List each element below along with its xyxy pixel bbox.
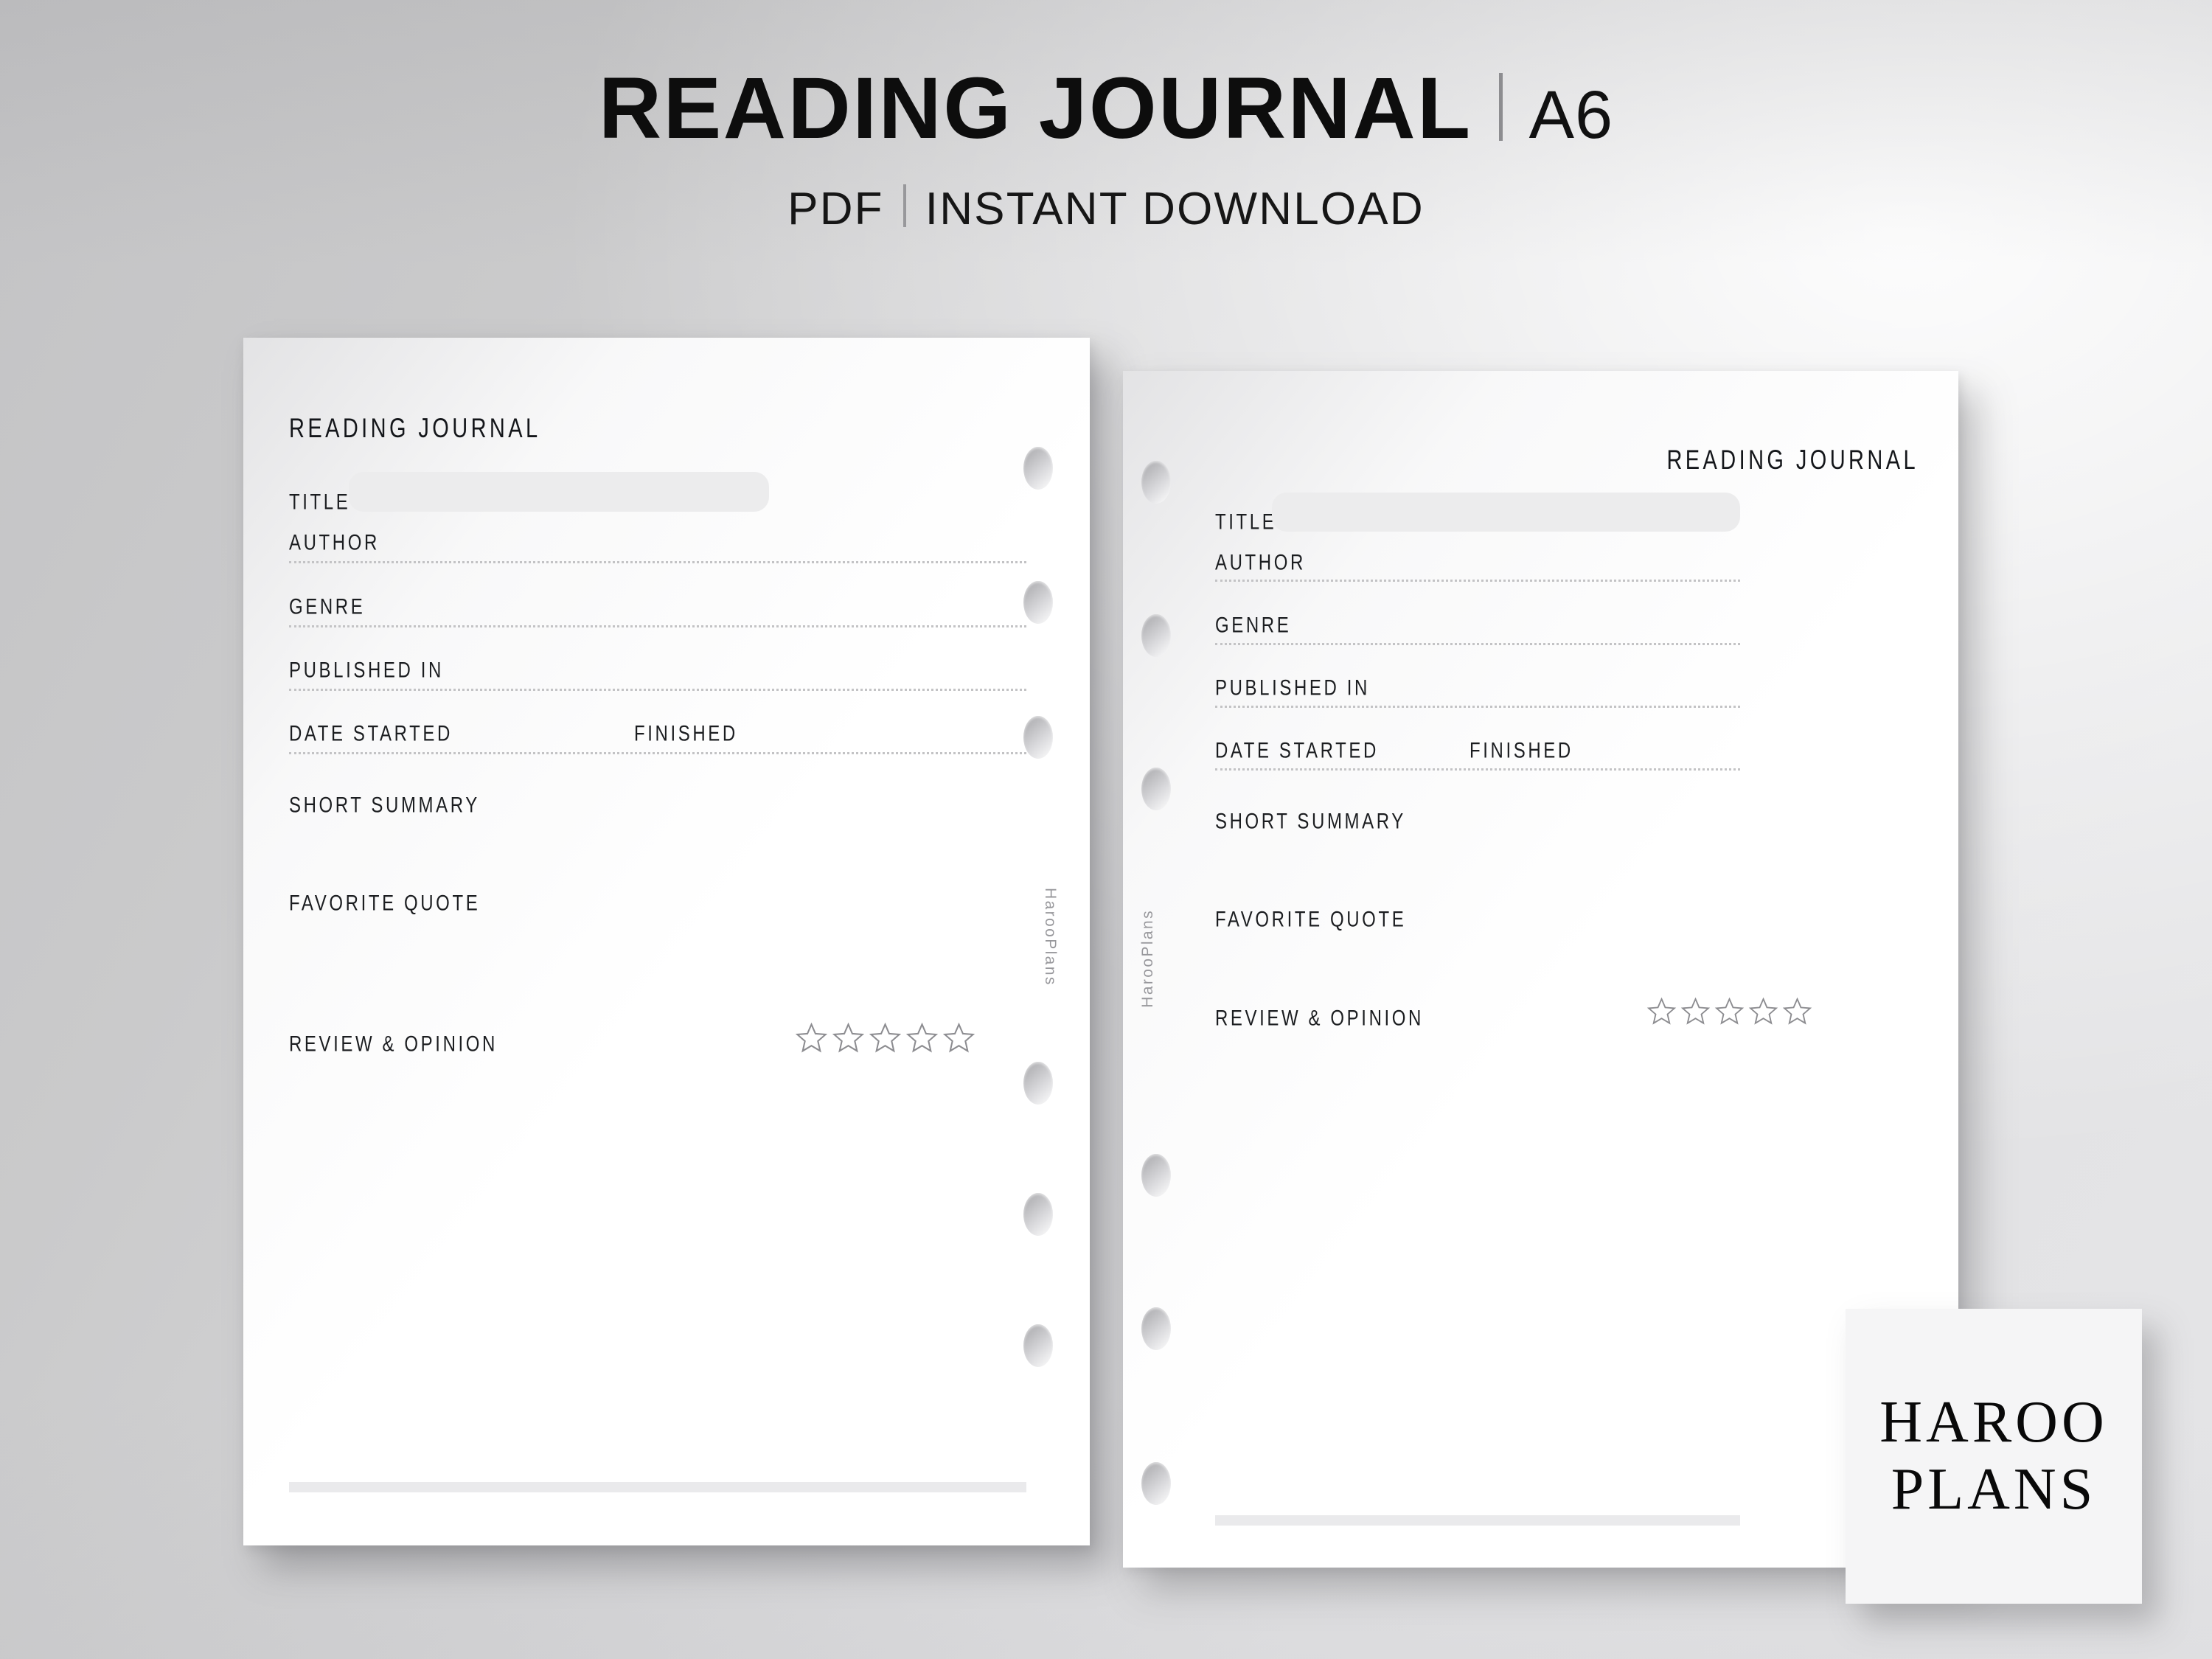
field-label-review-opinion: REVIEW & OPINION	[289, 1032, 498, 1057]
star-icon[interactable]	[869, 1021, 902, 1054]
footer-bar	[289, 1482, 1026, 1492]
field-label-title: TITLE	[1215, 509, 1277, 535]
format-label: PDF	[787, 184, 884, 234]
field-label-author: AUTHOR	[1215, 550, 1306, 575]
subtitle-divider	[902, 184, 906, 227]
title-divider	[1498, 73, 1503, 141]
paper-size-label: A6	[1528, 77, 1614, 153]
star-icon[interactable]	[1680, 996, 1711, 1026]
field-label-date-started: DATE STARTED	[1215, 738, 1379, 763]
page-left-content: READING JOURNAL TITLE AUTHOR GENRE PUBLI…	[243, 338, 1090, 1545]
field-label-favorite-quote: FAVORITE QUOTE	[1215, 907, 1407, 932]
footer-bar	[1215, 1515, 1740, 1526]
binder-hole	[1141, 461, 1171, 504]
field-label-published-in: PUBLISHED IN	[1215, 675, 1370, 700]
binder-hole	[1141, 1307, 1171, 1350]
genre-rule[interactable]	[1215, 643, 1740, 645]
author-rule[interactable]	[1215, 580, 1740, 582]
subtitle-row: PDF INSTANT DOWNLOAD	[0, 181, 2212, 232]
page-title: READING JOURNAL	[598, 60, 1472, 157]
title-input[interactable]	[1272, 493, 1740, 532]
logo-line-2: PLANS	[1891, 1457, 2097, 1522]
journal-page-right: READING JOURNAL TITLE AUTHOR GENRE PUBLI…	[1123, 371, 1958, 1568]
rating-stars[interactable]	[795, 1021, 975, 1054]
field-label-finished: FINISHED	[634, 721, 738, 746]
field-label-author: AUTHOR	[289, 530, 380, 555]
star-icon[interactable]	[1646, 996, 1677, 1026]
binder-hole	[1141, 1154, 1171, 1197]
binder-hole	[1023, 716, 1053, 759]
binder-hole	[1141, 614, 1171, 657]
journal-page-left: READING JOURNAL TITLE AUTHOR GENRE PUBLI…	[243, 338, 1090, 1545]
star-icon[interactable]	[1782, 996, 1812, 1026]
field-label-favorite-quote: FAVORITE QUOTE	[289, 891, 481, 916]
dates-rule[interactable]	[289, 752, 1026, 754]
binder-hole	[1023, 1324, 1053, 1367]
published-in-rule[interactable]	[1215, 706, 1740, 708]
sheet-title: READING JOURNAL	[289, 413, 541, 444]
binder-hole	[1023, 581, 1053, 624]
field-label-finished: FINISHED	[1470, 738, 1573, 763]
field-label-published-in: PUBLISHED IN	[289, 658, 444, 683]
title-row: READING JOURNAL A6	[0, 65, 2212, 152]
star-icon[interactable]	[1714, 996, 1745, 1026]
binder-hole	[1023, 1062, 1053, 1105]
star-icon[interactable]	[1748, 996, 1778, 1026]
sheet-title: READING JOURNAL	[1666, 445, 1919, 476]
field-label-short-summary: SHORT SUMMARY	[1215, 809, 1406, 834]
review-opinion-area[interactable]	[289, 1064, 1026, 1447]
binder-hole	[1023, 447, 1053, 490]
field-label-review-opinion: REVIEW & OPINION	[1215, 1006, 1424, 1031]
brand-watermark: HarooPlans	[1042, 888, 1059, 987]
star-icon[interactable]	[942, 1021, 975, 1054]
page-right-content: READING JOURNAL TITLE AUTHOR GENRE PUBLI…	[1123, 371, 1958, 1568]
field-label-date-started: DATE STARTED	[289, 721, 453, 746]
logo-line-1: HAROO	[1879, 1389, 2108, 1455]
binder-hole	[1141, 1462, 1171, 1505]
binder-hole	[1023, 1193, 1053, 1236]
rating-stars[interactable]	[1646, 996, 1812, 1026]
delivery-label: INSTANT DOWNLOAD	[925, 184, 1425, 234]
dates-rule[interactable]	[1215, 768, 1740, 771]
author-rule[interactable]	[289, 561, 1026, 563]
star-icon[interactable]	[832, 1021, 865, 1054]
published-in-rule[interactable]	[289, 689, 1026, 691]
review-opinion-area[interactable]	[1215, 1038, 1740, 1411]
genre-rule[interactable]	[289, 625, 1026, 627]
title-input[interactable]	[349, 472, 769, 512]
header: READING JOURNAL A6 PDF INSTANT DOWNLOAD	[0, 65, 2212, 232]
brand-logo-tile: HAROO PLANS	[1846, 1309, 2142, 1604]
star-icon[interactable]	[795, 1021, 828, 1054]
field-label-genre: GENRE	[289, 594, 366, 619]
binder-hole	[1141, 768, 1171, 810]
star-icon[interactable]	[905, 1021, 939, 1054]
field-label-short-summary: SHORT SUMMARY	[289, 793, 480, 818]
field-label-title: TITLE	[289, 490, 351, 515]
field-label-genre: GENRE	[1215, 613, 1292, 638]
brand-watermark: HarooPlans	[1139, 909, 1156, 1008]
